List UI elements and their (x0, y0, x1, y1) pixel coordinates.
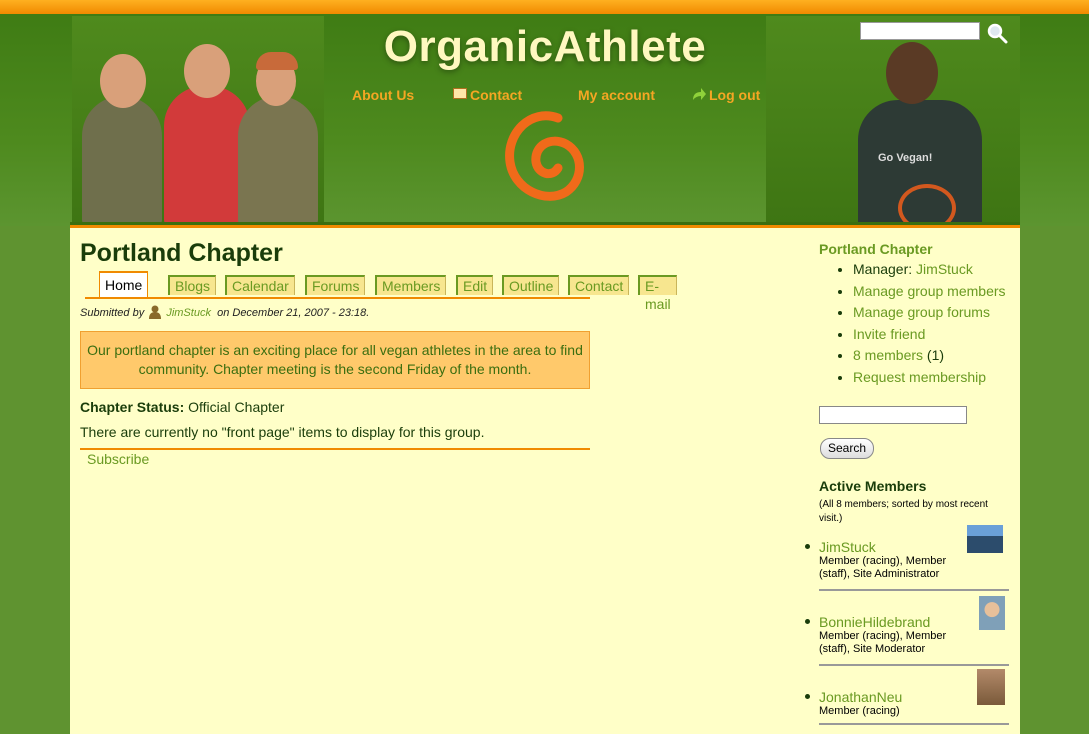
logout-arrow-icon (693, 88, 706, 100)
submitted-prefix: Submitted by (80, 307, 145, 319)
manager-label: Manager: (853, 261, 913, 277)
bullet (805, 694, 810, 699)
site-title[interactable]: OrganicAthlete (350, 22, 740, 72)
subscribe-link[interactable]: Subscribe (87, 451, 149, 467)
organic-athlete-swirl-logo (505, 111, 584, 201)
top-accent-bar (0, 0, 1089, 14)
list-item: Invite friend (853, 324, 1019, 346)
member-row: JonathanNeu Member (racing) (805, 669, 1009, 725)
active-members-subtitle: (All 8 members; sorted by most recent vi… (819, 499, 988, 524)
member-roles: Member (racing), Member (staff), Site Ad… (819, 555, 947, 580)
member-avatar[interactable] (967, 525, 1003, 553)
tab-email[interactable]: E-mail (638, 275, 677, 312)
bullet (805, 619, 810, 624)
tab-contact[interactable]: Contact (568, 275, 630, 295)
manage-forums-link[interactable]: Manage group forums (853, 304, 990, 320)
divider (80, 448, 590, 450)
header-search-input[interactable] (860, 22, 980, 40)
no-front-page-message: There are currently no "front page" item… (80, 424, 485, 440)
member-avatar[interactable] (977, 669, 1005, 705)
group-tabs: Home Blogs Calendar Forums Members Edit … (85, 271, 677, 312)
tab-home[interactable]: Home (99, 271, 149, 297)
tab-forums[interactable]: Forums (305, 275, 366, 295)
envelope-icon (453, 88, 467, 99)
sidebar-search-input[interactable] (819, 406, 967, 424)
member-row: JimStuck Member (racing), Member (staff)… (805, 525, 1009, 591)
list-item: Request membership (853, 367, 1019, 389)
tab-outline[interactable]: Outline (502, 275, 560, 295)
search-button[interactable]: Search (820, 438, 874, 459)
nav-my-account[interactable]: My account (578, 87, 655, 103)
list-item: 8 members (1) (853, 345, 1019, 367)
manager-link[interactable]: JimStuck (916, 261, 973, 277)
member-avatar[interactable] (979, 596, 1005, 630)
chapter-status-label: Chapter Status: (80, 399, 185, 415)
submitted-user-link[interactable]: JimStuck (166, 307, 211, 319)
chapter-description: Our portland chapter is an exciting plac… (80, 331, 590, 389)
nav-log-out[interactable]: Log out (709, 87, 760, 103)
main-content-area: Portland Chapter Home Blogs Calendar For… (70, 222, 1020, 734)
submitted-date: on December 21, 2007 - 23:18. (217, 307, 370, 319)
member-roles: Member (racing) (819, 705, 900, 717)
nav-about-us[interactable]: About Us (352, 87, 414, 103)
header-photo-go-vegan: Go Vegan! (766, 16, 1020, 224)
member-roles: Member (racing), Member (staff), Site Mo… (819, 630, 947, 655)
submitted-by-line: Submitted by JimStuck on December 21, 20… (80, 305, 369, 319)
nav-contact[interactable]: Contact (470, 87, 522, 103)
group-links: Manager: JimStuck Manage group members M… (819, 259, 1019, 388)
bullet (805, 544, 810, 549)
members-link[interactable]: 8 members (853, 347, 923, 363)
members-count: (1) (926, 347, 945, 363)
chapter-status: Chapter Status: Official Chapter (80, 399, 284, 415)
sidebar: Portland Chapter Manager: JimStuck Manag… (805, 241, 1019, 725)
manage-members-link[interactable]: Manage group members (853, 283, 1006, 299)
tab-edit[interactable]: Edit (456, 275, 494, 295)
list-item: Manage group members (853, 281, 1019, 303)
member-row: BonnieHildebrand Member (racing), Member… (805, 596, 1009, 666)
search-icon[interactable] (986, 22, 1008, 44)
tab-blogs[interactable]: Blogs (168, 275, 217, 295)
divider (819, 723, 1009, 725)
request-membership-link[interactable]: Request membership (853, 369, 986, 385)
active-members-title: Active Members (819, 478, 927, 494)
divider (819, 589, 1009, 591)
chapter-status-value: Official Chapter (188, 399, 285, 415)
sidebar-title: Portland Chapter (819, 241, 933, 257)
invite-friend-link[interactable]: Invite friend (853, 326, 925, 342)
go-vegan-shirt-text: Go Vegan! (878, 152, 933, 164)
tab-calendar[interactable]: Calendar (225, 275, 295, 295)
header-photo-athletes (72, 16, 324, 224)
list-item: Manage group forums (853, 302, 1019, 324)
page-title: Portland Chapter (80, 239, 283, 267)
user-icon (149, 305, 162, 319)
manager-item: Manager: JimStuck (853, 259, 1019, 281)
tab-members[interactable]: Members (375, 275, 447, 295)
divider (819, 664, 1009, 666)
